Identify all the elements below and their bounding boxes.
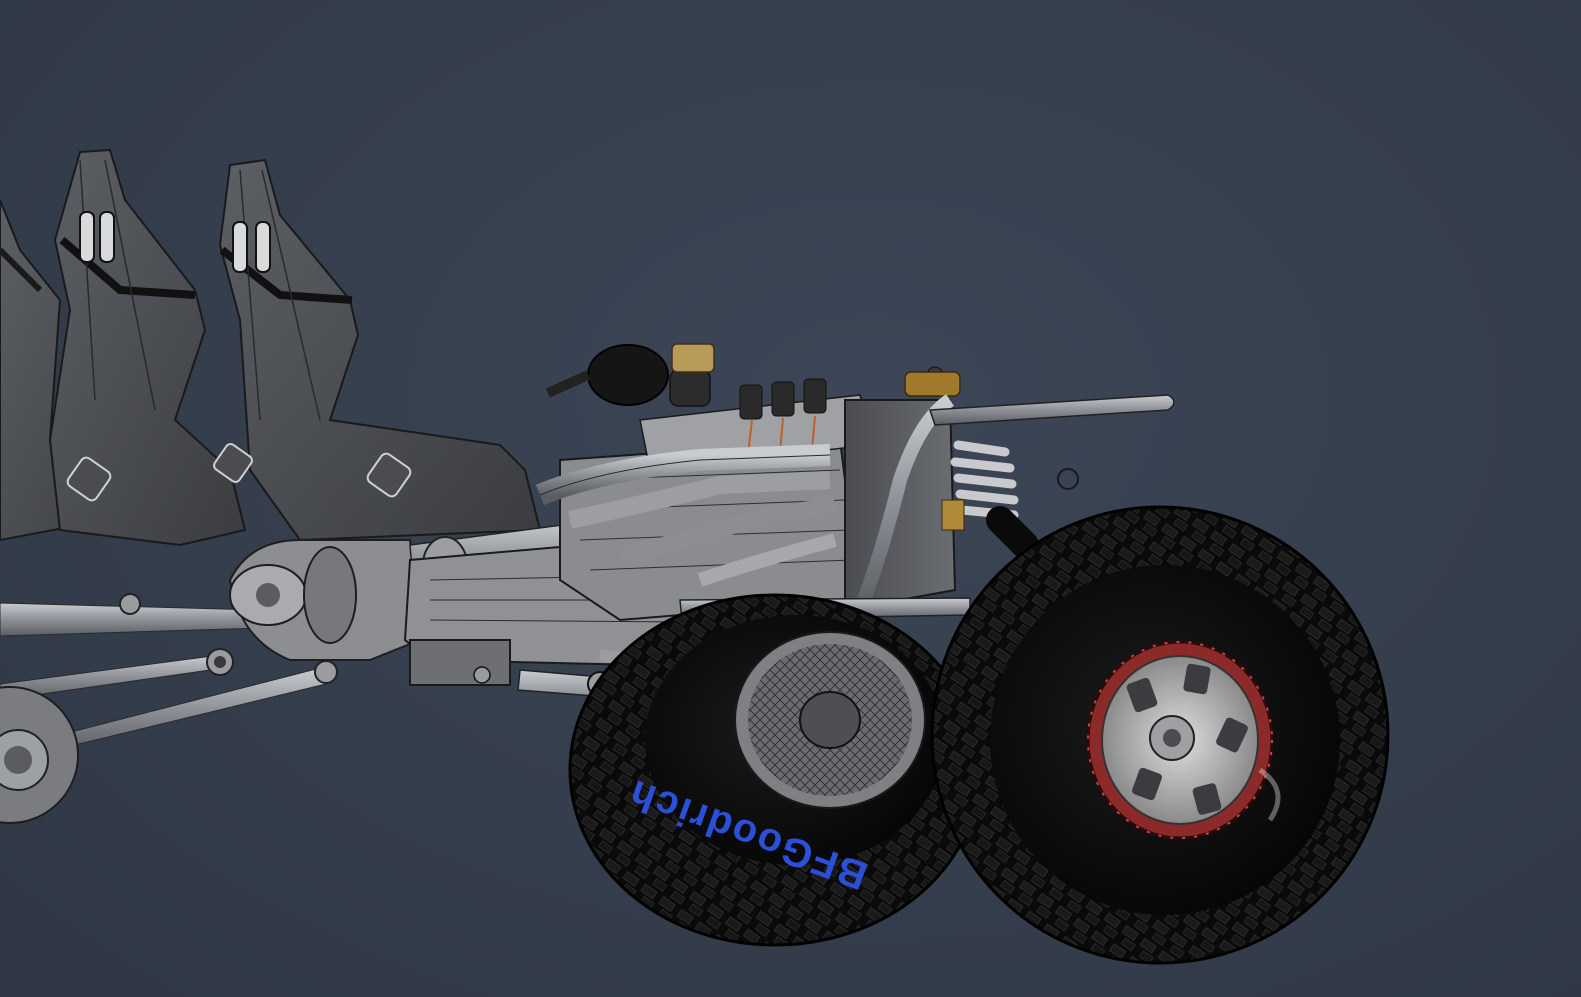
rear-wheel[interactable]: BFGoodrich: [568, 593, 982, 947]
coil-spring[interactable]: [941, 440, 1039, 559]
bucket-seat-middle[interactable]: [48, 148, 247, 547]
differential[interactable]: [228, 539, 422, 661]
vehicle-model[interactable]: BFGoodrich: [0, 0, 1581, 997]
front-wheel[interactable]: [930, 505, 1390, 965]
bucket-seat-front[interactable]: [212, 158, 542, 542]
fastener-ring: [1057, 468, 1079, 490]
rear-hub[interactable]: [0, 686, 79, 824]
cad-3d-viewport[interactable]: BFGoodrich: [0, 0, 1581, 997]
